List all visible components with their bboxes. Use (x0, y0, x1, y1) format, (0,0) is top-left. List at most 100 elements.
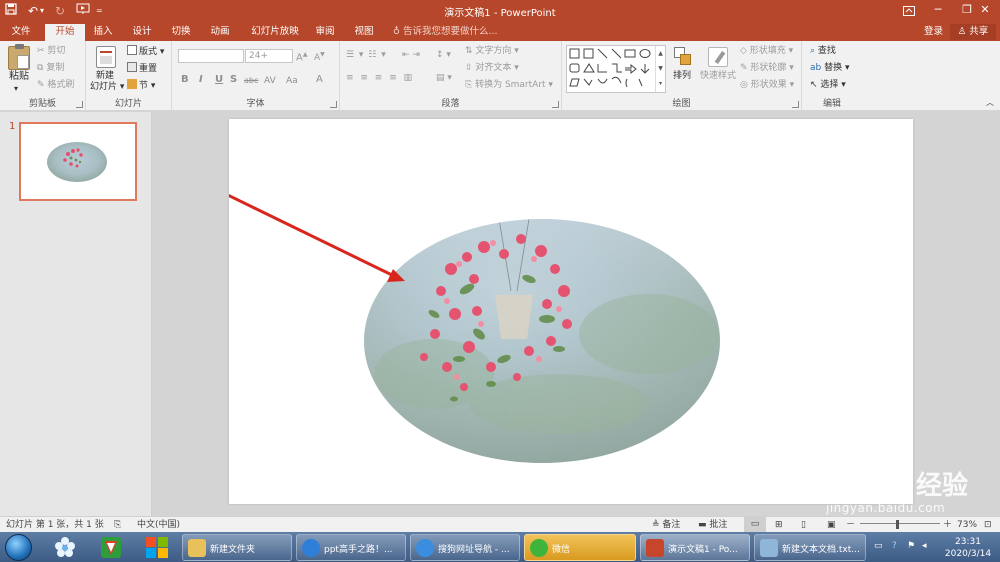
spell-check-icon[interactable]: ⎘ (114, 519, 121, 531)
layout-button[interactable]: 版式 ▾ (127, 45, 164, 58)
replace-button[interactable]: ab 替换 ▾ (810, 62, 850, 74)
strikethrough-button[interactable]: abc (244, 76, 258, 85)
bullets-button[interactable]: ☰ ▾ ☷ ▾ (346, 49, 387, 61)
zoom-slider[interactable] (860, 523, 940, 524)
section-icon (127, 79, 137, 89)
minimize-icon[interactable]: ─ (923, 0, 953, 22)
start-button[interactable] (5, 534, 32, 561)
shapes-scroll-icon[interactable]: ▲ ▼ ▾ (655, 46, 665, 92)
arrange-icon[interactable] (674, 47, 692, 67)
taskbar-item-powerpoint[interactable]: 演示文稿1 - Po... (640, 534, 750, 561)
format-painter-button[interactable]: ✎ 格式刷 (37, 79, 74, 91)
font-size-combobox[interactable]: 24+ (245, 49, 293, 63)
new-slide-label-2[interactable]: 幻灯片 ▾ (90, 81, 124, 93)
network-icon[interactable]: ⚑ (907, 541, 915, 551)
tab-animations[interactable]: 动画 (205, 24, 235, 41)
taskbar-item-notepad[interactable]: 新建文本文档.txt... (754, 534, 866, 561)
pinned-app-flower-icon[interactable] (48, 535, 82, 560)
font-name-combobox[interactable] (178, 49, 244, 63)
new-slide-icon[interactable] (96, 46, 116, 68)
fit-slide-icon[interactable]: ⊡ (984, 519, 992, 531)
shrink-font-button[interactable]: A▼ (314, 49, 325, 64)
tab-view[interactable]: 视图 (349, 24, 379, 41)
paste-icon[interactable] (8, 44, 30, 70)
taskbar-item-folder[interactable]: 新建文件夹 (182, 534, 292, 561)
shape-effects-button[interactable]: ◎ 形状效果 ▾ (740, 79, 794, 91)
ellipse-picture[interactable] (359, 214, 729, 469)
tell-me-box[interactable]: ♁ 告诉我您想要做什么... (393, 24, 498, 40)
slide-thumbnail-1[interactable] (19, 122, 137, 201)
slide-sorter-icon[interactable]: ⊞ (775, 519, 783, 531)
quick-styles-button[interactable]: 快速样式 (700, 70, 736, 82)
paste-dropdown-icon[interactable]: ▾ (14, 83, 18, 95)
help-icon[interactable]: ? (892, 541, 897, 551)
font-launcher-icon[interactable] (330, 101, 337, 108)
shadow-button[interactable]: S (230, 74, 237, 85)
shape-fill-button[interactable]: ◇ 形状填充 ▾ (740, 45, 793, 57)
char-spacing-button[interactable]: AV (264, 76, 276, 86)
slideshow-view-icon[interactable]: ▣ (827, 519, 836, 531)
taskbar-item-ie[interactable]: 搜狗网址导航 - ... (410, 534, 520, 561)
comments-button[interactable]: ▬ 批注 (698, 519, 727, 531)
shape-outline-button[interactable]: ✎ 形状轮廓 ▾ (740, 62, 794, 74)
clipboard-launcher-icon[interactable] (76, 101, 83, 108)
section-button[interactable]: 节 ▾ (127, 79, 155, 92)
shapes-gallery[interactable]: ▲ ▼ ▾ (566, 45, 666, 93)
align-text-button[interactable]: ⇳ 对齐文本 ▾ (465, 62, 519, 74)
pinned-app-office-icon[interactable] (140, 535, 174, 560)
font-color-button[interactable]: A (316, 74, 323, 85)
line-spacing-button[interactable]: ↕ ▾ (436, 49, 451, 61)
pinned-app-security-icon[interactable] (94, 535, 128, 560)
zoom-slider-thumb[interactable] (896, 520, 899, 529)
drawing-launcher-icon[interactable] (792, 101, 799, 108)
cut-button[interactable]: ✂ 剪切 (37, 45, 65, 57)
share-button[interactable]: ♙ 共享 (950, 24, 996, 40)
reading-view-icon[interactable]: ▯ (801, 519, 806, 531)
grow-font-button[interactable]: A▲ (296, 49, 307, 64)
zoom-in-icon[interactable]: ＋ (943, 519, 952, 531)
paste-button[interactable]: 粘贴 (9, 71, 29, 83)
language-indicator[interactable]: 中文(中国) (137, 519, 180, 531)
taskbar-item-wechat[interactable]: 微信 (524, 534, 636, 561)
tab-file[interactable]: 文件 (6, 24, 36, 41)
tab-home[interactable]: 开始 (45, 24, 85, 41)
notes-icon: ≜ (652, 520, 660, 530)
paragraph-launcher-icon[interactable] (552, 101, 559, 108)
zoom-level[interactable]: 73% (957, 519, 977, 531)
convert-smartart-button[interactable]: ⎘ 转换为 SmartArt ▾ (465, 79, 553, 91)
tab-design[interactable]: 设计 (127, 24, 157, 41)
copy-button[interactable]: ⧉ 复制 (37, 62, 64, 74)
alignment-buttons[interactable]: ≡ ≡ ≡ ≡ ▥ (346, 72, 414, 84)
close-icon[interactable]: ✕ (970, 0, 1000, 22)
select-button[interactable]: ↖ 选择 ▾ (810, 79, 846, 91)
taskbar-item-browser[interactable]: ppt高手之路！... (296, 534, 406, 561)
bold-button[interactable]: B (181, 74, 189, 85)
tab-insert[interactable]: 插入 (88, 24, 118, 41)
clock[interactable]: 23:31 2020/3/14 (940, 536, 996, 560)
sogou-browser-icon (302, 539, 320, 557)
text-direction-button[interactable]: ⇅ 文字方向 ▾ (465, 45, 519, 57)
show-hidden-icons[interactable]: ◂ (922, 541, 927, 551)
find-button[interactable]: ⌕ 查找 (810, 45, 836, 57)
slide-1[interactable] (198, 119, 913, 504)
change-case-button[interactable]: Aa (286, 76, 298, 86)
italic-button[interactable]: I (199, 74, 203, 85)
collapse-ribbon-icon[interactable]: ︿ (986, 97, 994, 109)
arrange-button[interactable]: 排列 (673, 70, 691, 82)
tab-review[interactable]: 审阅 (310, 24, 340, 41)
powerpoint-icon (646, 539, 664, 557)
normal-view-icon[interactable]: ▭ (744, 517, 766, 532)
columns-button[interactable]: ▤ ▾ (436, 72, 452, 84)
indent-buttons[interactable]: ⇤ ⇥ (402, 49, 420, 61)
underline-button[interactable]: U (215, 74, 223, 85)
ribbon: 粘贴 ▾ ✂ 剪切 ⧉ 复制 ✎ 格式刷 剪贴板 新建 幻灯片 ▾ 版式 ▾ 重… (0, 41, 1000, 111)
ribbon-display-options-icon[interactable] (894, 0, 924, 22)
reset-button[interactable]: 重置 (127, 62, 157, 75)
notes-button[interactable]: ≜ 备注 (652, 519, 680, 531)
tab-slideshow[interactable]: 幻灯片放映 (246, 24, 304, 41)
tab-transitions[interactable]: 切换 (166, 24, 196, 41)
login-link[interactable]: 登录 (924, 24, 943, 40)
quick-styles-icon[interactable] (708, 47, 728, 67)
keyboard-icon[interactable]: ▭ (874, 541, 883, 551)
zoom-out-icon[interactable]: － (846, 519, 855, 531)
